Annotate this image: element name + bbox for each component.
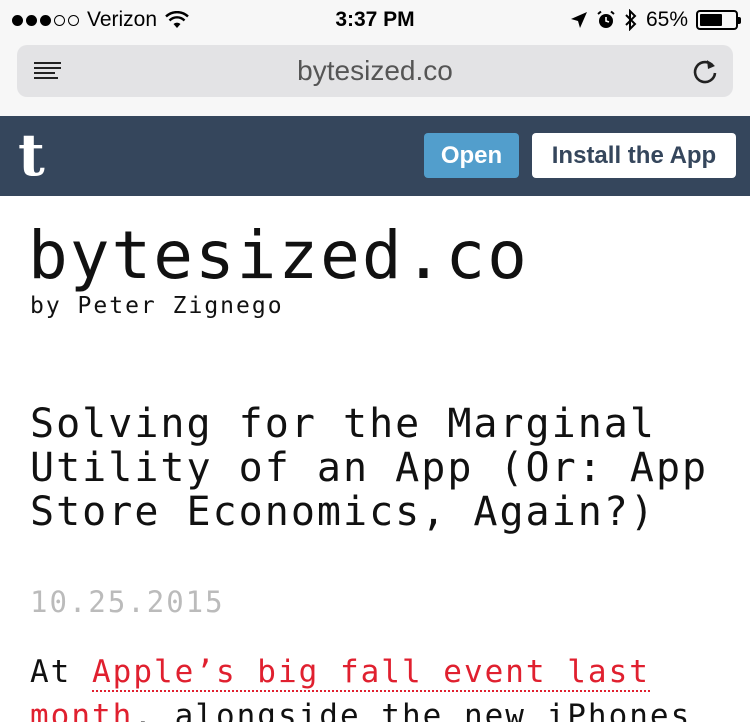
battery-icon: [696, 10, 741, 30]
install-app-button[interactable]: Install the App: [532, 133, 736, 178]
tumblr-logo-icon[interactable]: t: [18, 124, 45, 186]
reload-icon[interactable]: [691, 57, 719, 85]
address-bar[interactable]: bytesized.co: [17, 45, 733, 97]
status-bar: Verizon 3:37 PM 65%: [0, 0, 750, 40]
battery-percent: 65%: [645, 8, 688, 31]
post-date: 10.25.2015: [30, 585, 225, 619]
post-title[interactable]: Solving for the Marginal Utility of an A…: [30, 402, 730, 534]
post-body-intro: At: [30, 654, 92, 690]
alarm-clock-icon: [597, 10, 615, 28]
browser-toolbar: bytesized.co: [0, 40, 750, 116]
status-right: 65%: [570, 8, 741, 32]
bluetooth-icon: [625, 9, 637, 31]
blog-title[interactable]: bytesized.co: [28, 218, 529, 294]
open-button[interactable]: Open: [424, 133, 519, 178]
post-body-rest: , alongside the new iPhones: [133, 698, 692, 722]
location-arrow-icon: [570, 12, 587, 28]
post-body: At Apple’s big fall event last month, al…: [30, 650, 740, 722]
battery-fill: [700, 14, 723, 26]
blog-byline: by Peter Zignego: [30, 293, 284, 319]
url-text[interactable]: bytesized.co: [17, 55, 733, 87]
tumblr-app-banner: t Open Install the App: [0, 116, 750, 196]
